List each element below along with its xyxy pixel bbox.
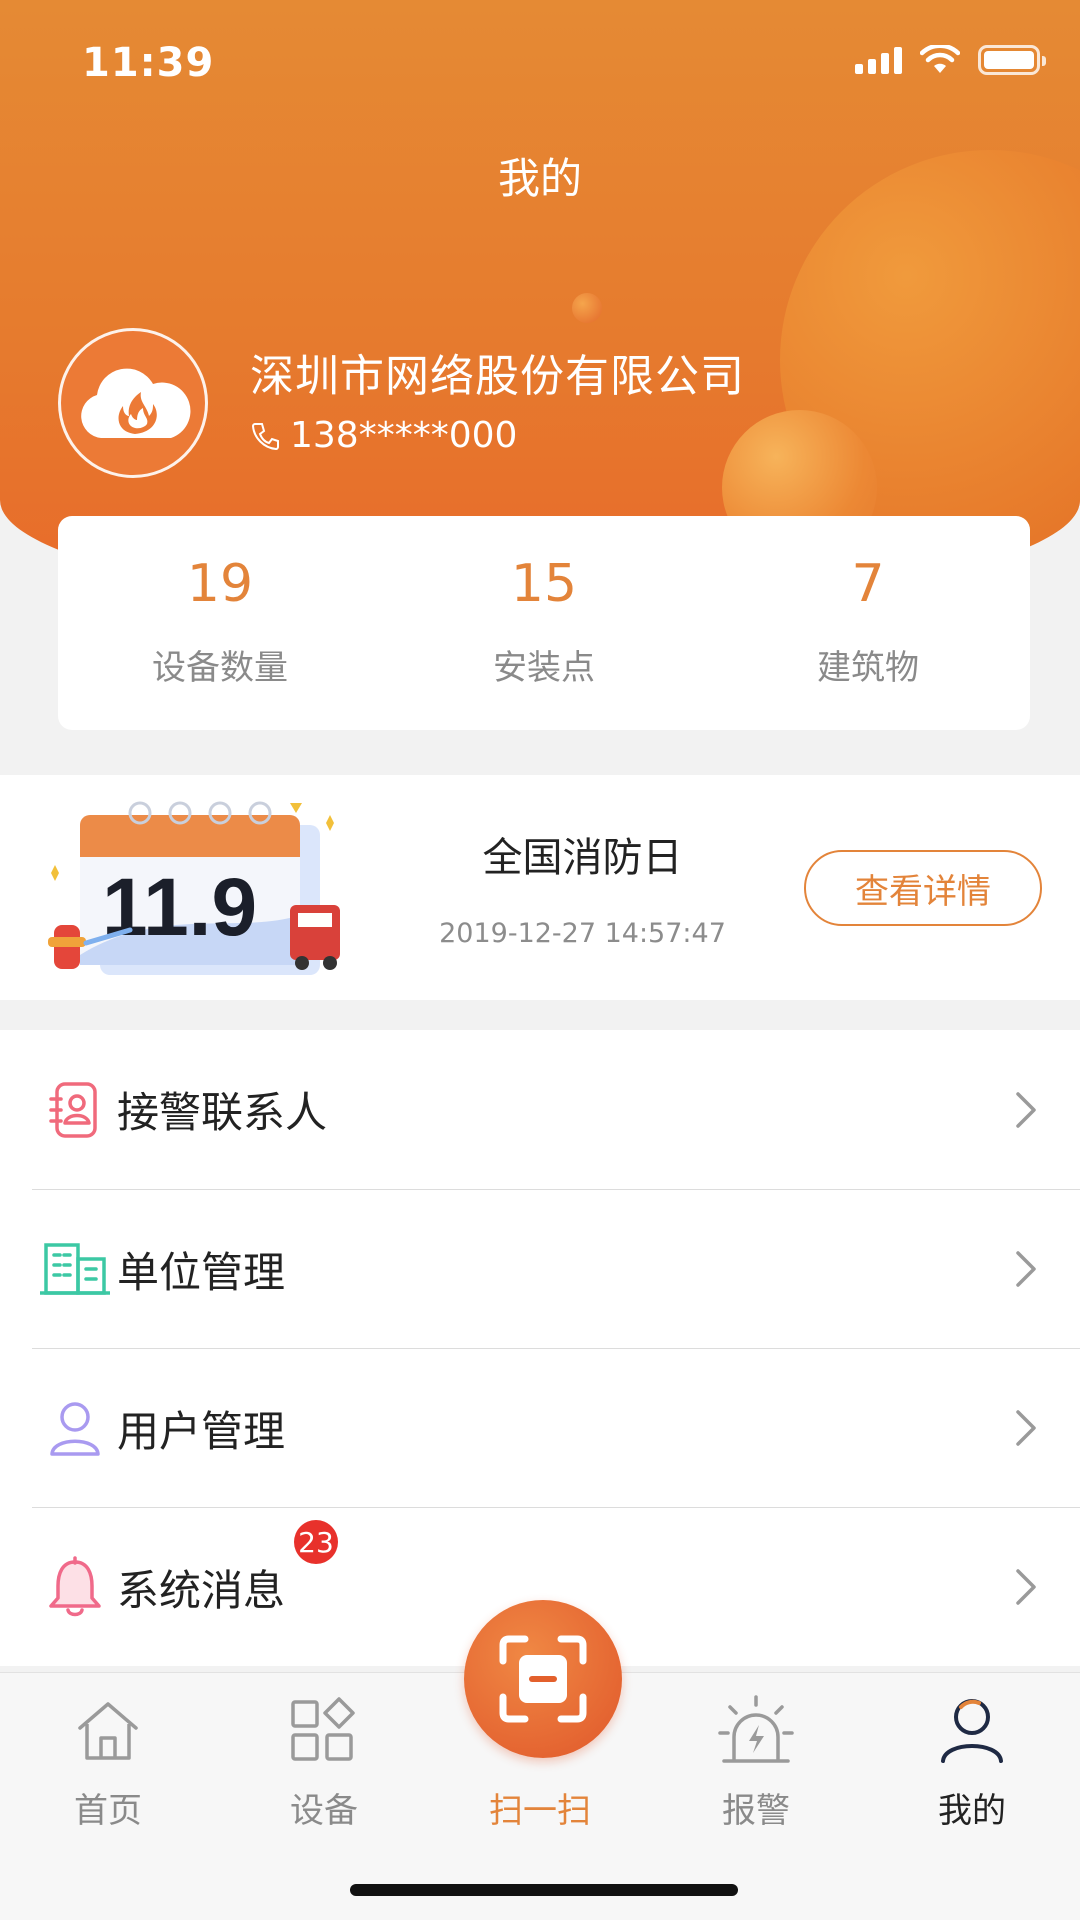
- signal-icon: [855, 46, 902, 74]
- settings-menu: 接警联系人 单位管理 用户管理 系统消息 23: [0, 1030, 1080, 1666]
- view-details-button[interactable]: 查看详情: [804, 850, 1042, 926]
- phone-icon: [251, 422, 279, 450]
- stat-value: 15: [510, 554, 578, 614]
- battery-icon: [978, 45, 1046, 75]
- phone-row: 138*****000: [250, 415, 517, 456]
- chevron-right-icon: [1016, 1410, 1036, 1446]
- page-title: 我的: [497, 154, 582, 203]
- stat-label: 设备数量: [152, 648, 288, 688]
- profile-screen: 11:39 我的 深圳市网络股份有限公司 138*****000 19 设备数量…: [0, 0, 1080, 1920]
- contact-book-icon: [40, 1075, 110, 1145]
- tab-label: 首页: [74, 1791, 142, 1831]
- stat-value: 19: [186, 554, 254, 614]
- calendar-illustration: 11.9: [48, 801, 340, 975]
- cloud-fire-logo-icon: [81, 368, 191, 438]
- bell-icon: [40, 1552, 110, 1622]
- unread-count-badge: 23: [294, 1520, 338, 1564]
- banner-title: 全国消防日: [482, 835, 683, 881]
- chevron-right-icon: [1016, 1091, 1036, 1128]
- menu-item-unit-management[interactable]: 单位管理: [32, 1189, 1080, 1348]
- stat-value: 7: [851, 554, 885, 614]
- banner-time: 2019-12-27 14:57:47: [439, 918, 726, 949]
- header-decoration-dot: [572, 293, 602, 323]
- stat-label: 安装点: [493, 648, 595, 688]
- company-name: 深圳市网络股份有限公司: [250, 351, 745, 402]
- tab-home[interactable]: 首页: [0, 1673, 216, 1843]
- home-icon: [74, 1693, 142, 1769]
- phone-number: 138*****000: [290, 415, 518, 456]
- wifi-icon: [920, 45, 960, 73]
- menu-item-alarm-contacts[interactable]: 接警联系人: [0, 1030, 1080, 1189]
- status-icons: [855, 45, 1046, 75]
- tab-devices[interactable]: 设备: [216, 1673, 432, 1843]
- stat-install-points[interactable]: 15 安装点: [382, 516, 706, 730]
- devices-icon: [289, 1693, 359, 1769]
- menu-item-label: 接警联系人: [117, 1088, 328, 1137]
- avatar[interactable]: [58, 328, 208, 478]
- building-icon: [40, 1234, 110, 1304]
- stat-devices[interactable]: 19 设备数量: [58, 516, 382, 730]
- menu-item-label: 用户管理: [117, 1406, 286, 1456]
- stat-buildings[interactable]: 7 建筑物: [706, 516, 1030, 730]
- scan-button[interactable]: [464, 1600, 622, 1758]
- tab-profile[interactable]: 我的: [864, 1673, 1080, 1843]
- tab-label: 报警: [722, 1791, 790, 1831]
- chevron-right-icon: [1016, 1569, 1036, 1605]
- status-bar: 11:39: [0, 0, 1080, 130]
- tab-label: 扫一扫: [489, 1791, 591, 1831]
- tab-label: 设备: [290, 1791, 358, 1831]
- menu-item-label: 单位管理: [117, 1247, 286, 1297]
- stats-card: 19 设备数量 15 安装点 7 建筑物: [58, 516, 1030, 730]
- home-indicator: [350, 1884, 738, 1896]
- scan-icon: [499, 1635, 587, 1723]
- tab-alarm[interactable]: 报警: [648, 1673, 864, 1843]
- fire-day-banner[interactable]: 11.9 全国消防日 2019-12-27 14:57:47 查看详情: [0, 775, 1080, 1000]
- menu-item-user-management[interactable]: 用户管理: [32, 1348, 1080, 1507]
- chevron-right-icon: [1016, 1251, 1036, 1287]
- tab-label: 我的: [938, 1791, 1006, 1831]
- menu-item-label: 系统消息: [117, 1565, 286, 1615]
- stat-label: 建筑物: [817, 648, 919, 688]
- status-time: 11:39: [82, 40, 215, 86]
- profile-icon: [939, 1693, 1005, 1769]
- alarm-icon: [716, 1693, 796, 1769]
- user-icon: [40, 1393, 110, 1463]
- calendar-date-text: 11.9: [102, 862, 257, 953]
